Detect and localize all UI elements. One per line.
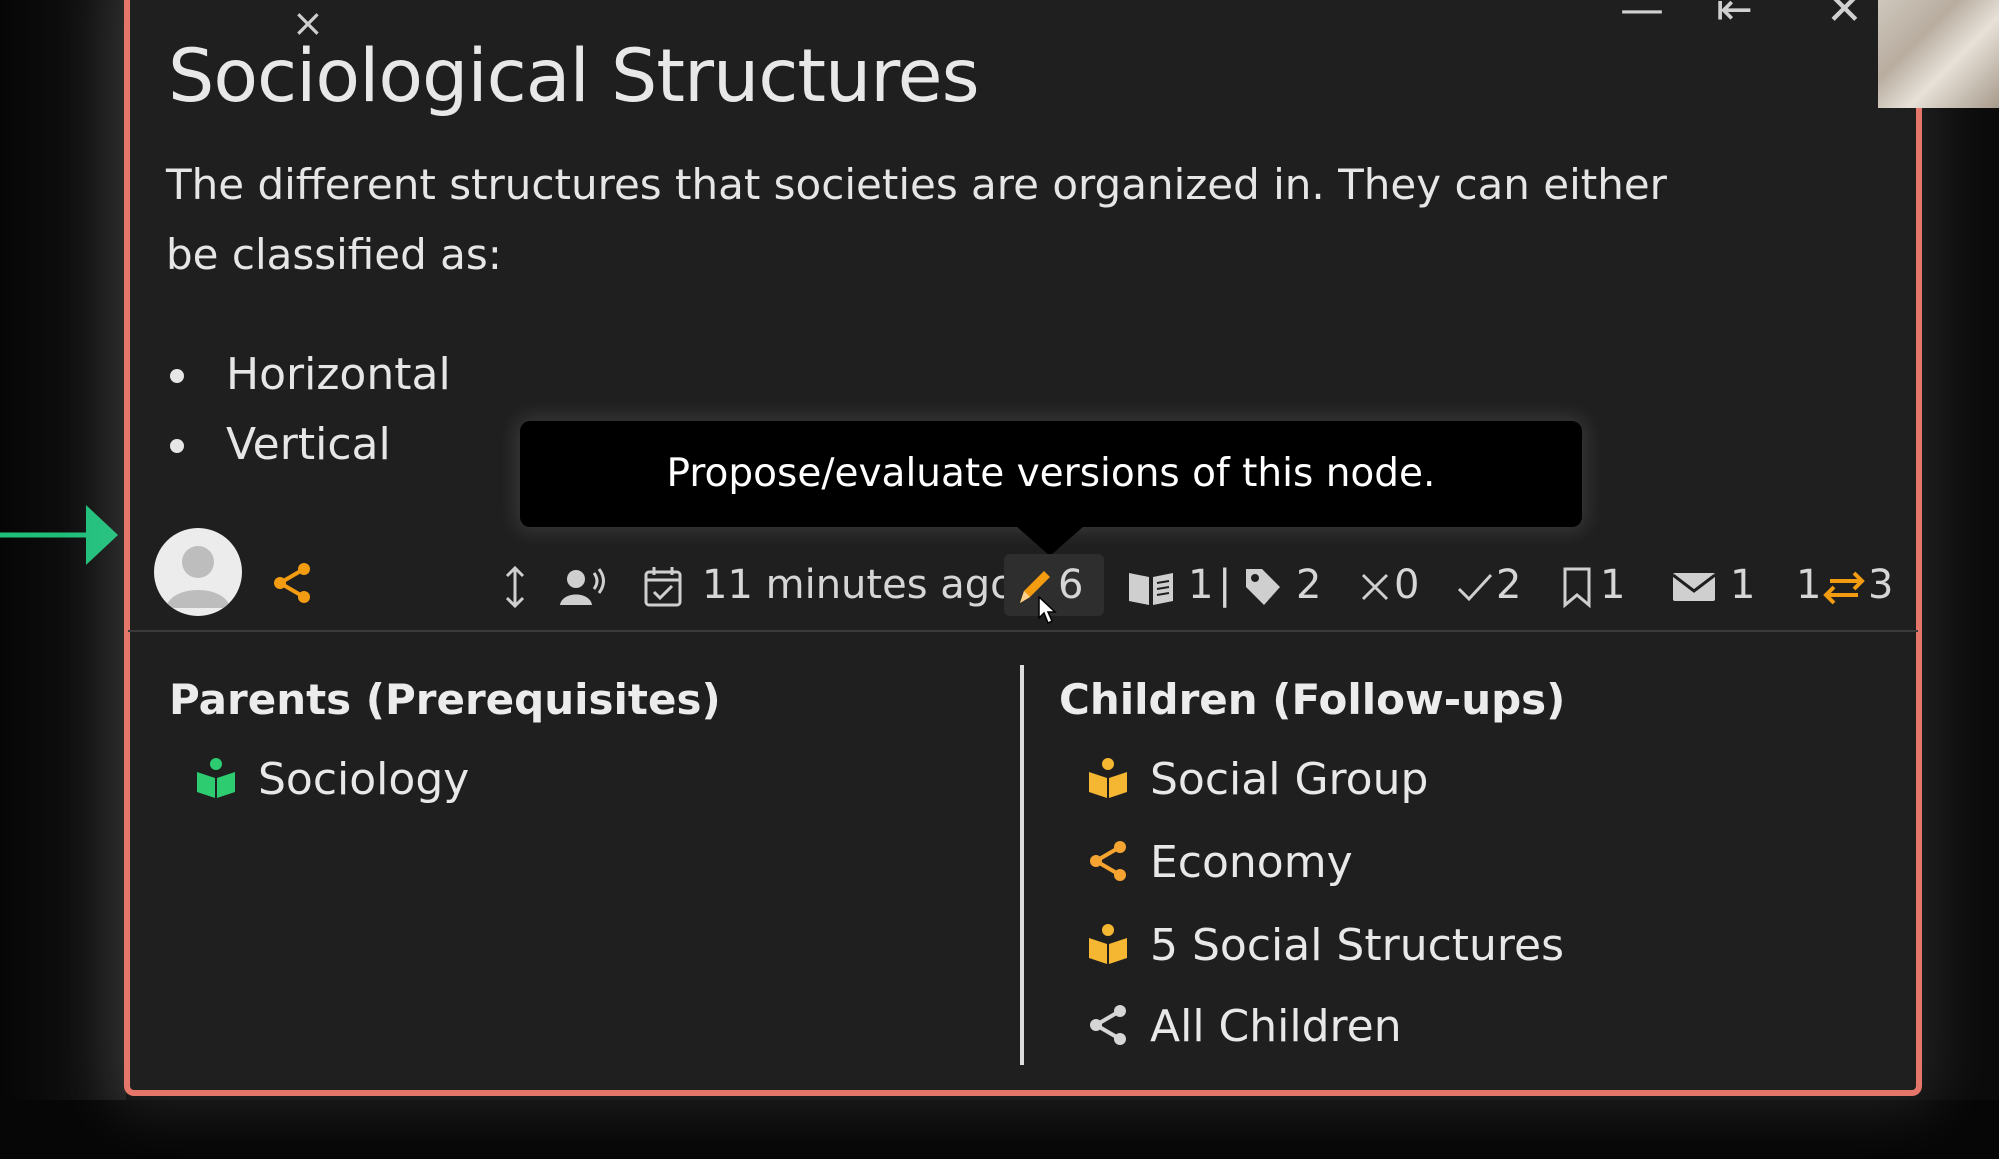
bookmarks-count: 1 [1600,562,1626,608]
child-label: Economy [1150,837,1353,888]
bullet-dot [170,369,184,383]
parents-title: Parents (Prerequisites) [169,675,721,724]
wrong-icon[interactable] [1358,560,1392,610]
connector-arrow-icon [0,505,118,565]
child-link-all-children[interactable]: All Children [1086,997,1402,1057]
mail-icon[interactable] [1671,560,1717,610]
avatar[interactable] [154,528,242,616]
share-icon [1086,839,1130,883]
bullet-label: Horizontal [226,349,451,400]
node-title: Sociological Structures [168,34,980,119]
links-left-count: 1 [1796,562,1822,608]
timestamp: 11 minutes ago [702,562,1015,608]
user-silhouette-icon [166,546,230,608]
child-label: Social Group [1150,754,1429,805]
child-link-social-group[interactable]: Social Group [1086,750,1428,810]
tags-count: 2 [1296,562,1322,608]
background-bottom [0,1100,1999,1159]
children-title: Children (Follow-ups) [1059,675,1566,724]
bullet-dot [170,439,184,453]
webcam-thumbnail [1878,0,1999,108]
references-count: 1 [1188,562,1214,608]
child-label: 5 Social Structures [1150,920,1565,971]
narrate-icon[interactable] [558,560,608,610]
book-icon [1086,922,1130,966]
links-right-count: 3 [1868,562,1894,608]
tooltip-arrow [1016,526,1084,556]
minimize-icon[interactable]: — [1620,0,1664,32]
node-description: The different structures that societies … [166,160,1667,279]
messages-count: 1 [1730,562,1756,608]
reorder-icon[interactable] [500,560,530,610]
parent-label: Sociology [258,754,470,805]
bookmark-icon[interactable] [1560,560,1594,610]
versions-count[interactable]: 6 [1058,560,1083,610]
tag-icon[interactable] [1242,560,1284,610]
wrong-count: 0 [1394,562,1420,608]
bullet-label: Vertical [226,419,391,470]
bullet-item: Vertical [166,410,451,480]
child-link-5-social-structures[interactable]: 5 Social Structures [1086,916,1564,976]
tooltip: Propose/evaluate versions of this node. [520,421,1582,527]
child-link-economy[interactable]: Economy [1086,833,1353,893]
close-window-icon[interactable]: ✕ [1826,0,1863,32]
calendar-icon [643,560,683,610]
section-divider [128,630,1918,632]
bullet-item: Horizontal [166,340,451,410]
correct-count: 2 [1496,562,1522,608]
references-icon[interactable] [1127,560,1175,610]
child-label: All Children [1150,1001,1402,1052]
column-divider [1020,665,1024,1065]
correct-icon[interactable] [1456,560,1494,610]
book-icon [194,756,238,800]
node-bullet-list: Horizontal Vertical [166,340,451,480]
book-icon [1086,756,1130,800]
cursor-icon [1036,584,1058,634]
parent-link-sociology[interactable]: Sociology [194,750,469,810]
share-icon [1086,1003,1130,1047]
collapse-icon[interactable]: ⇤ [1716,0,1753,32]
swap-links-icon[interactable] [1822,560,1866,610]
toolbar-separator: | [1218,562,1232,608]
share-icon[interactable] [270,556,314,606]
